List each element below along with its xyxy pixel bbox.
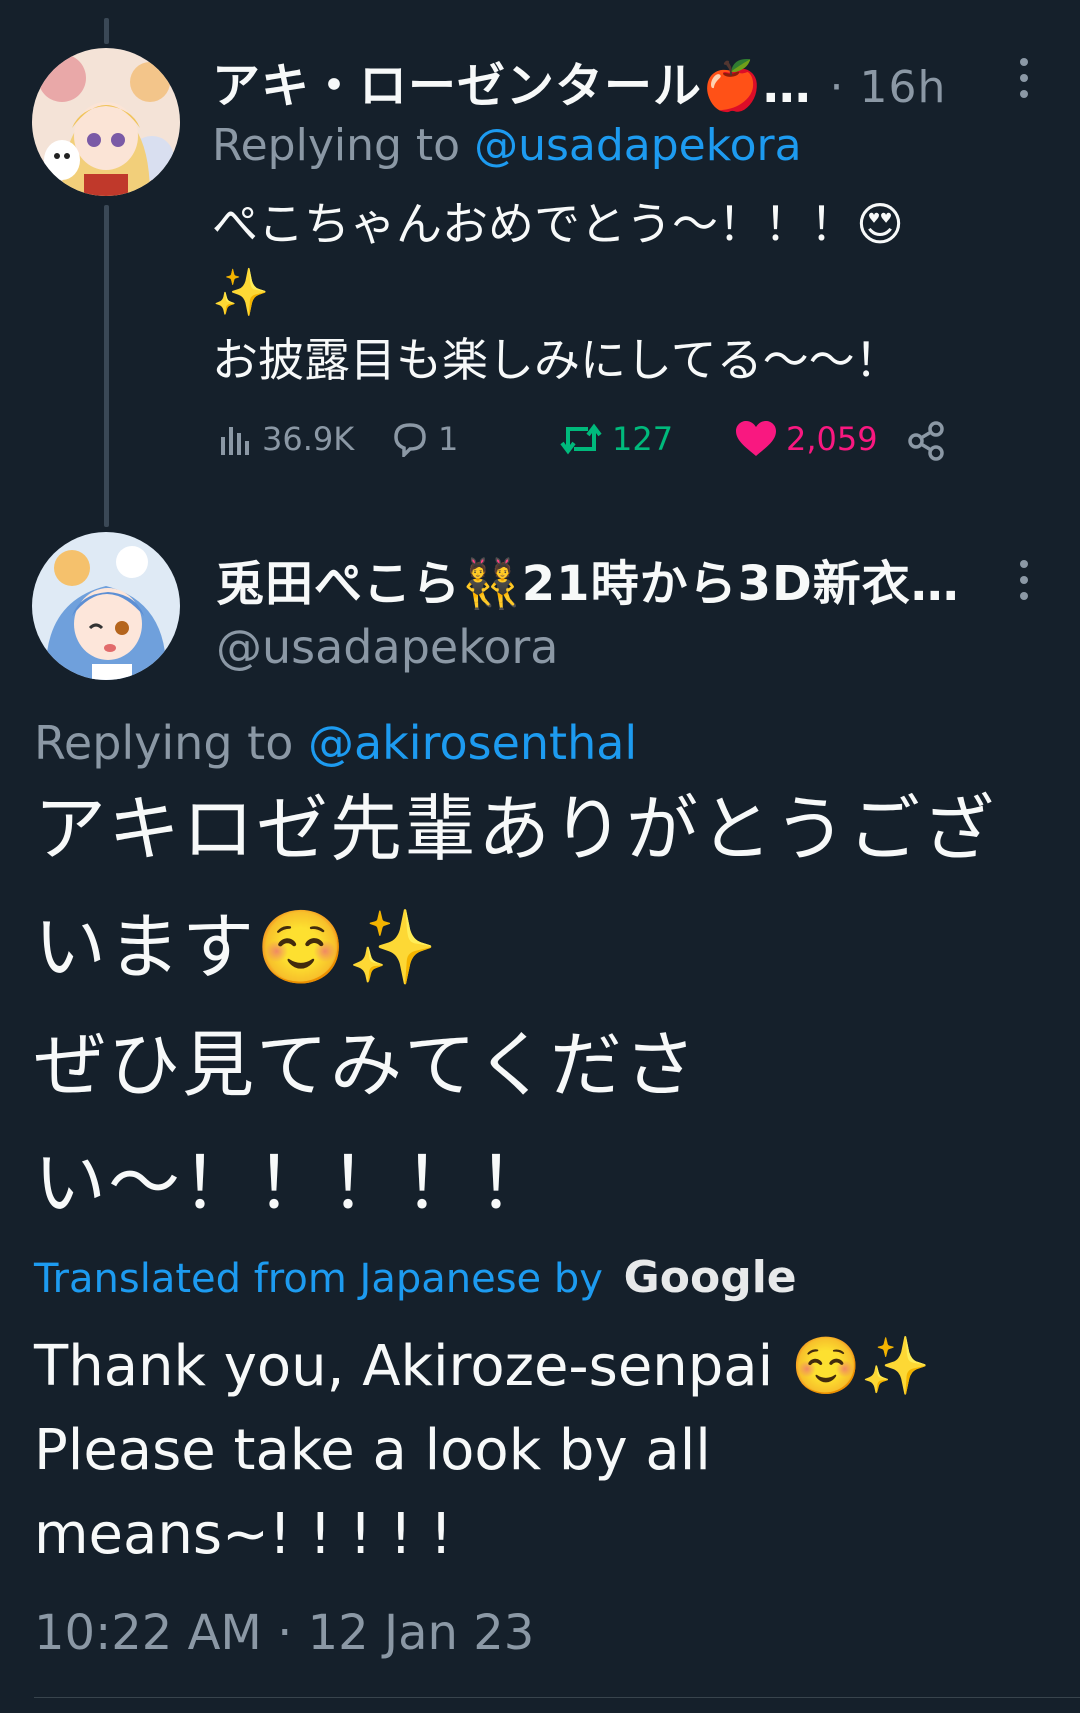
share-button[interactable] [906, 420, 956, 462]
avatar-akirosenthal[interactable] [32, 48, 180, 196]
translation-line: means~! ! ! ! ! [34, 1502, 453, 1567]
tweet2-name-text: 兎田ぺこら👯21時から3D新衣… [216, 556, 960, 612]
tweet2-replying-prefix: Replying to [34, 716, 294, 770]
tweet1-replying-to: Replying to @usadapekora [212, 120, 802, 171]
translation-attribution[interactable]: Translated from Japanese by Google [34, 1252, 797, 1303]
translation-line: Thank you, Akiroze-senpai ☺️✨ [34, 1334, 931, 1399]
retweet-button[interactable]: 127 [558, 420, 673, 458]
avatar-usadapekora[interactable] [32, 532, 180, 680]
tweet2-text-line: ぜひ見てみてくださ [34, 1023, 698, 1107]
tweet2-text-line: アキロゼ先輩ありがとうござ [34, 787, 997, 871]
tweet1-time[interactable]: · 16h [830, 62, 947, 113]
tweet1-replying-prefix: Replying to [212, 120, 461, 171]
tweet1-text-line: ✨ [212, 265, 270, 319]
tweet1-text: ぺこちゃんおめでとう〜！！！😍 ✨ お披露目も楽しみにしてる〜〜！ [212, 190, 1012, 394]
retweet-count: 127 [612, 420, 674, 458]
thread-line-top [104, 18, 109, 44]
translation-line: Please take a look by all [34, 1418, 711, 1483]
google-logo: Google [623, 1252, 797, 1303]
share-icon [908, 421, 944, 461]
tweet2-more-icon[interactable] [1020, 560, 1030, 608]
tweet1-name-text: アキ・ローゼンタール🍎… [212, 58, 812, 114]
tweet2-handle[interactable]: @usadapekora [216, 620, 558, 674]
tweet2-replying-to: Replying to @akirosenthal [34, 716, 637, 770]
translated-label: Translated from Japanese by [34, 1256, 603, 1302]
views-button[interactable]: 36.9K [218, 420, 354, 458]
tweet2-text-line: い〜！！！！！ [34, 1141, 553, 1225]
reply-count: 1 [438, 420, 459, 458]
tweet1-display-name[interactable]: アキ・ローゼンタール🍎… · 16h [212, 46, 946, 116]
thread-line [104, 205, 109, 527]
retweet-icon [560, 423, 602, 455]
like-button[interactable]: 2,059 [734, 420, 878, 458]
tweet2-timestamp[interactable]: 10:22 AM · 12 Jan 23 [34, 1605, 534, 1661]
heart-icon [736, 421, 776, 456]
views-icon [221, 427, 249, 455]
tweet2-text: アキロゼ先輩ありがとうござ います☺️✨ ぜひ見てみてくださ い〜！！！！！ [34, 770, 1044, 1242]
tweet2-replying-handle[interactable]: @akirosenthal [308, 716, 637, 770]
divider [34, 1697, 1080, 1698]
tweet1-text-line: ぺこちゃんおめでとう〜！！！😍 [212, 197, 904, 251]
tweet1-replying-handle[interactable]: @usadapekora [474, 120, 802, 171]
views-count: 36.9K [262, 420, 355, 458]
tweet1-more-icon[interactable] [1020, 58, 1030, 106]
tweet2-translation: Thank you, Akiroze-senpai ☺️✨ Please tak… [34, 1325, 1044, 1577]
reply-button[interactable]: 1 [390, 420, 458, 458]
tweet2-display-name[interactable]: 兎田ぺこら👯21時から3D新衣… [216, 544, 960, 614]
tweet1-text-line: お披露目も楽しみにしてる〜〜！ [212, 333, 901, 387]
tweet2-text-line: います☺️✨ [34, 905, 440, 989]
like-count: 2,059 [786, 420, 878, 458]
reply-icon [394, 423, 426, 457]
